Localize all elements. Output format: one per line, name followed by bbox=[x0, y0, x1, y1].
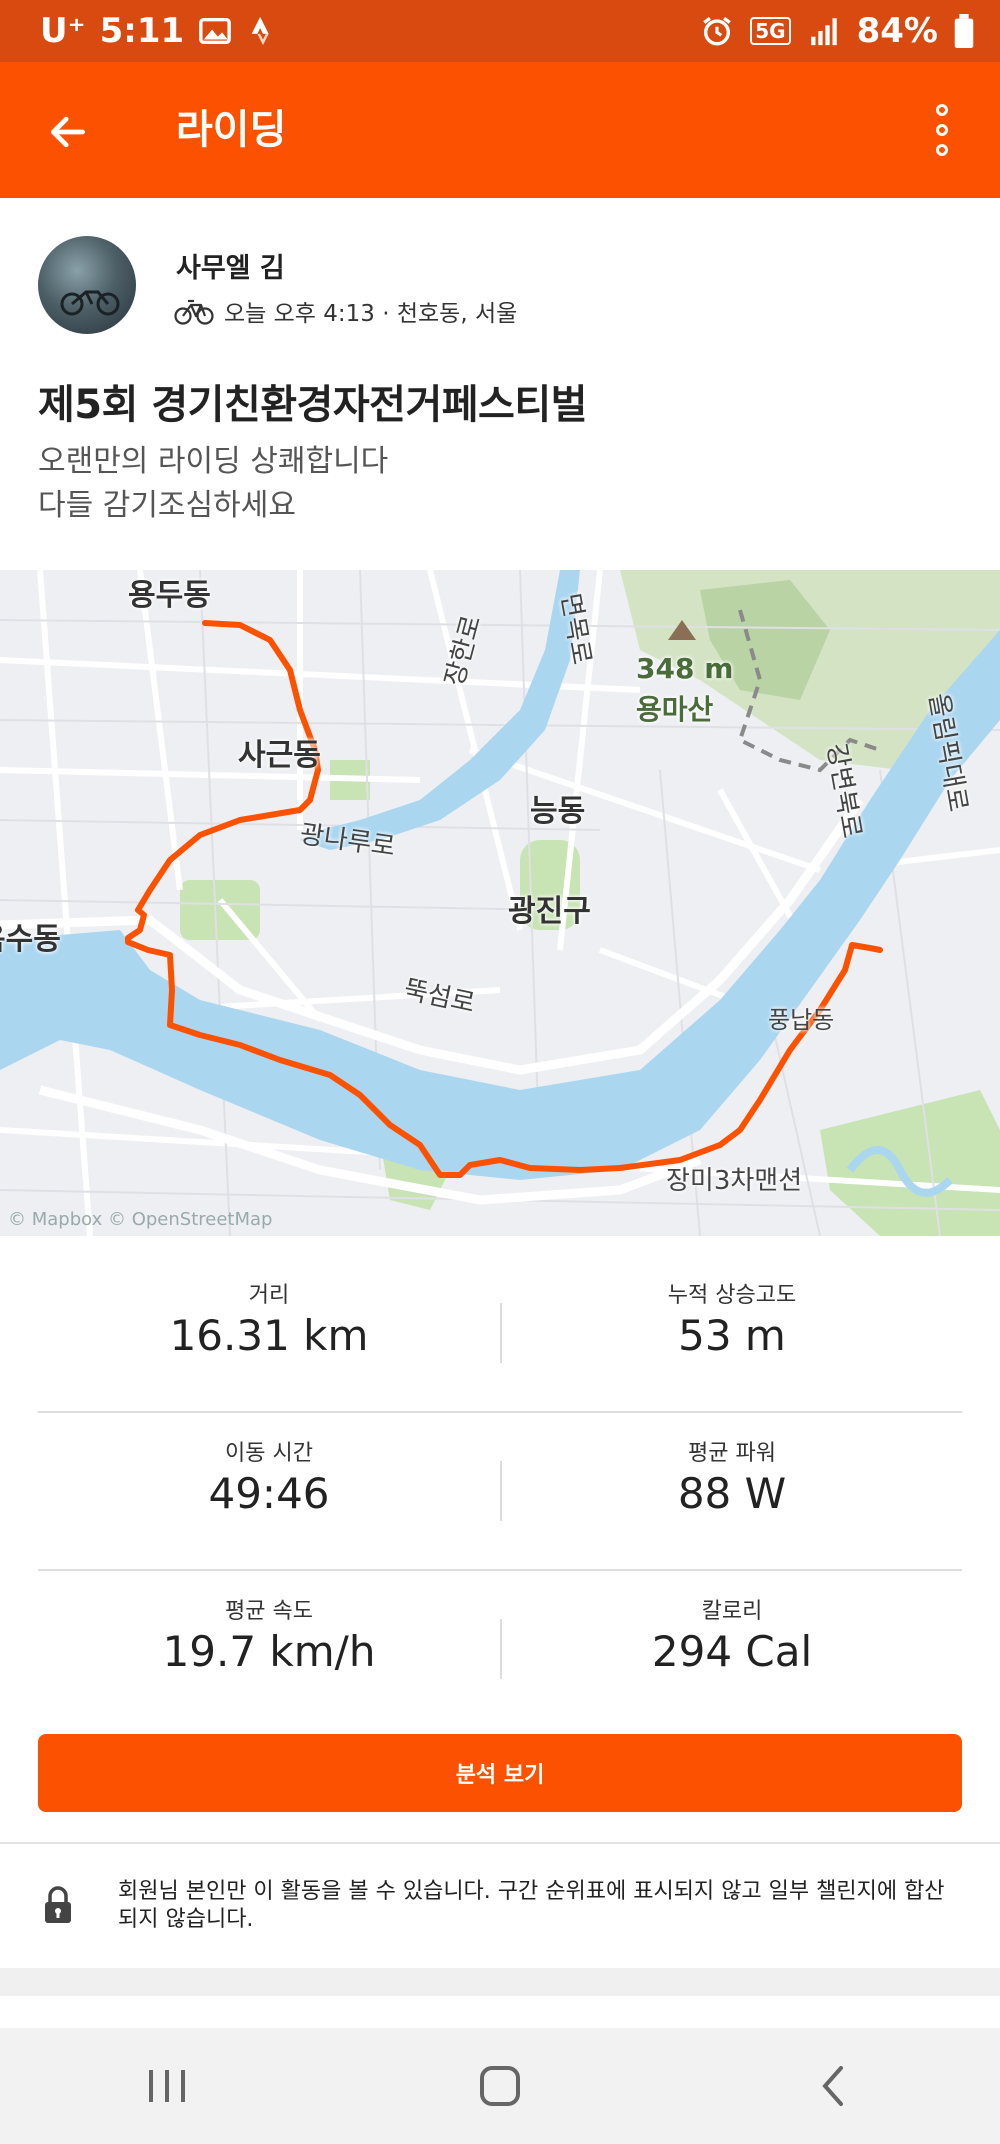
stats-row: 평균 속도 19.7 km/h 칼로리 294 Cal bbox=[38, 1571, 962, 1729]
battery-icon bbox=[954, 14, 974, 48]
stat-value: 19.7 km/h bbox=[162, 1627, 376, 1676]
stat-calories: 칼로리 294 Cal bbox=[500, 1599, 962, 1679]
bicycle-icon bbox=[174, 299, 214, 325]
status-bar: U⁺ 5:11 5G 84% bbox=[0, 0, 1000, 62]
app-bar: 라이딩 bbox=[0, 62, 1000, 198]
stat-label: 칼로리 bbox=[701, 1599, 763, 1624]
activity-time-location: 오늘 오후 4:13 · 천호동, 서울 bbox=[224, 301, 518, 327]
system-nav-bar bbox=[0, 2028, 1000, 2144]
privacy-notice: 회원님 본인만 이 활동을 볼 수 있습니다. 구간 순위표에 표시되지 않고 … bbox=[0, 1844, 1000, 1968]
activity-description: 오랜만의 라이딩 상쾌합니다 다들 감기조심하세요 bbox=[38, 440, 388, 528]
page-title: 라이딩 bbox=[176, 107, 287, 153]
system-back-button[interactable] bbox=[793, 2046, 873, 2126]
map-label: 능동 bbox=[530, 794, 586, 829]
stat-label: 이동 시간 bbox=[225, 1441, 313, 1466]
stat-value: 16.31 km bbox=[169, 1311, 369, 1360]
clock: 5:11 bbox=[99, 11, 185, 51]
stat-value: 88 W bbox=[677, 1469, 787, 1518]
description-line: 오랜만의 라이딩 상쾌합니다 bbox=[38, 444, 389, 479]
status-left: U⁺ 5:11 bbox=[40, 11, 280, 51]
stats-row: 이동 시간 49:46 평균 파워 88 W bbox=[38, 1413, 962, 1571]
status-right: 5G 84% bbox=[700, 11, 974, 51]
recent-apps-icon bbox=[148, 2070, 185, 2102]
stat-value: 294 Cal bbox=[651, 1627, 813, 1676]
stat-value: 53 m bbox=[678, 1311, 786, 1360]
chevron-left-icon bbox=[822, 2066, 844, 2106]
stat-label: 평균 파워 bbox=[688, 1441, 776, 1466]
avatar[interactable] bbox=[38, 236, 136, 334]
stat-value: 49:46 bbox=[208, 1469, 330, 1518]
activity-title: 제5회 경기친환경자전거페스티벌 bbox=[38, 382, 587, 428]
map-label: 용두동 bbox=[128, 578, 211, 613]
recent-apps-button[interactable] bbox=[127, 2046, 207, 2126]
home-icon bbox=[479, 2066, 520, 2106]
stat-label: 거리 bbox=[248, 1283, 290, 1308]
home-button[interactable] bbox=[460, 2046, 540, 2126]
lock-icon bbox=[45, 1886, 71, 1923]
more-dot bbox=[936, 144, 948, 156]
map-attribution[interactable]: © Mapbox © OpenStreetMap bbox=[8, 1209, 272, 1230]
map-label: 풍납동 bbox=[768, 1006, 835, 1034]
network-5g-icon: 5G bbox=[750, 17, 791, 45]
stat-moving-time: 이동 시간 49:46 bbox=[38, 1413, 500, 1571]
avatar-photo bbox=[60, 290, 120, 316]
more-vertical-icon bbox=[936, 104, 948, 116]
athlete-name[interactable]: 사무엘 김 bbox=[176, 246, 285, 285]
stat-elevation: 누적 상승고도 53 m bbox=[500, 1283, 962, 1363]
strava-icon bbox=[251, 16, 269, 46]
stat-distance: 거리 16.31 km bbox=[38, 1255, 500, 1413]
more-options-button[interactable] bbox=[924, 98, 960, 162]
stat-avg-speed: 평균 속도 19.7 km/h bbox=[38, 1571, 500, 1729]
route-map[interactable]: 용두동 사근동 장한로 면목로 348 m 용마산 능동 광나루로 광진구 옥수… bbox=[0, 570, 1000, 1236]
stat-label: 누적 상승고도 bbox=[667, 1283, 797, 1308]
activity-meta: 오늘 오후 4:13 · 천호동, 서울 bbox=[174, 294, 517, 328]
stats-row: 거리 16.31 km 누적 상승고도 53 m bbox=[38, 1255, 962, 1413]
athlete-header: 사무엘 김 오늘 오후 4:13 · 천호동, 서울 bbox=[38, 236, 962, 336]
image-icon bbox=[199, 17, 232, 45]
stats-grid: 거리 16.31 km 누적 상승고도 53 m 이동 시간 49:46 평균 … bbox=[38, 1255, 962, 1729]
section-gap bbox=[0, 1968, 1000, 1996]
map-canvas bbox=[0, 570, 1000, 1236]
alarm-icon bbox=[703, 16, 732, 46]
view-analysis-button[interactable]: 분석 보기 bbox=[38, 1734, 962, 1812]
privacy-text: 회원님 본인만 이 활동을 볼 수 있습니다. 구간 순위표에 표시되지 않고 … bbox=[118, 1879, 945, 1932]
map-label: 사근동 bbox=[238, 738, 321, 773]
description-line: 다들 감기조심하세요 bbox=[38, 488, 296, 523]
map-label: 광진구 bbox=[508, 894, 591, 929]
back-button[interactable] bbox=[40, 104, 96, 160]
signal-icon bbox=[810, 18, 837, 46]
map-label: 용마산 bbox=[636, 693, 714, 726]
arrow-left-icon bbox=[50, 116, 86, 148]
stat-label: 평균 속도 bbox=[225, 1599, 313, 1624]
map-label: 장미3차맨션 bbox=[666, 1166, 803, 1196]
map-label: 348 m bbox=[636, 652, 734, 685]
map-label: 옥수동 bbox=[0, 922, 61, 957]
more-dot bbox=[936, 124, 948, 136]
battery-percent: 84% bbox=[856, 11, 938, 51]
carrier-label: U⁺ bbox=[40, 11, 86, 51]
stat-avg-power: 평균 파워 88 W bbox=[500, 1441, 962, 1521]
